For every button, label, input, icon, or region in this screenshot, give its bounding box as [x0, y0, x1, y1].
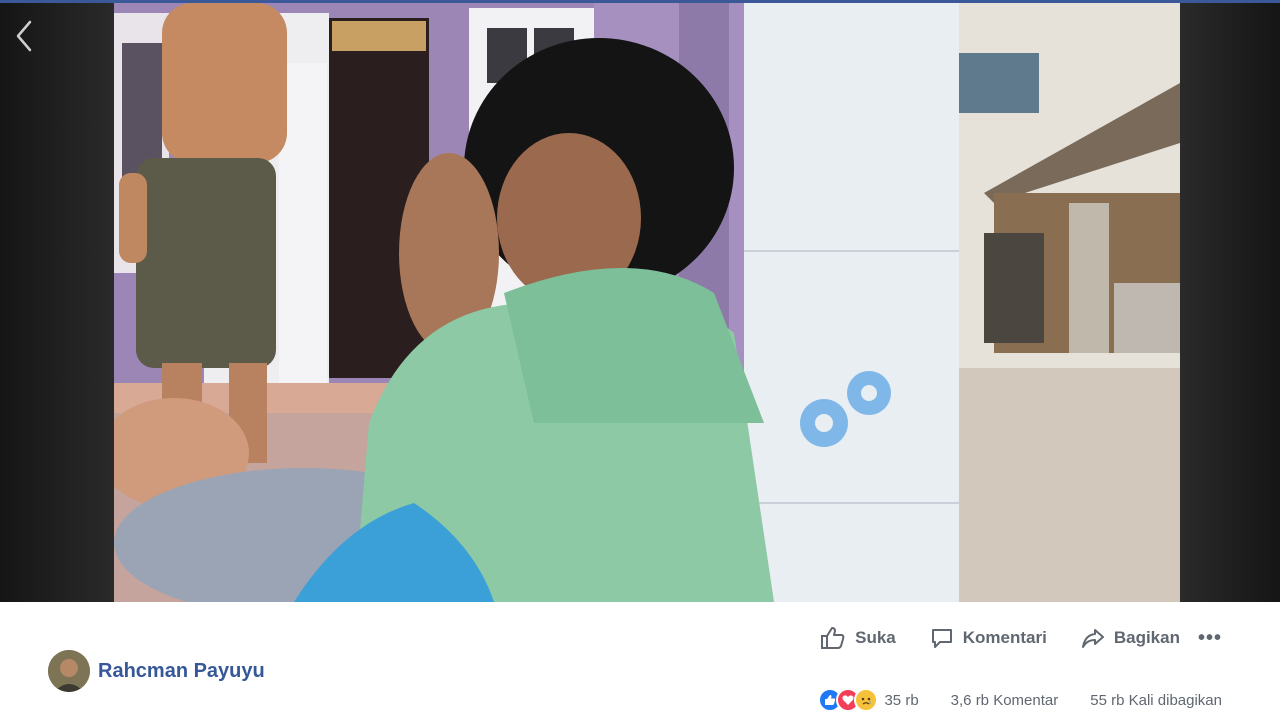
post-footer: Rahcman Payuyu Suka Komentari Bagikan ••… — [0, 602, 1280, 720]
author-block: Rahcman Payuyu — [48, 650, 265, 692]
comment-button[interactable]: Komentari — [930, 626, 1047, 650]
post-actions: Suka Komentari Bagikan ••• — [820, 626, 1222, 650]
thumbs-up-icon — [821, 627, 845, 649]
reactions-summary[interactable]: 35 rb — [818, 688, 919, 712]
author-avatar[interactable] — [48, 650, 90, 692]
viewer-left-margin — [0, 3, 114, 602]
comment-bubble-icon — [931, 629, 952, 648]
back-button[interactable] — [10, 18, 40, 54]
profile-photo-icon — [48, 650, 90, 692]
share-count-link[interactable]: 55 rb Kali dibagikan — [1090, 692, 1222, 709]
comment-count-link[interactable]: 3,6 rb Komentar — [951, 692, 1059, 709]
post-stats: 35 rb 3,6 rb Komentar 55 rb Kali dibagik… — [818, 688, 1222, 712]
author-name-link[interactable]: Rahcman Payuyu — [98, 660, 265, 683]
video-frame[interactable] — [114, 3, 1180, 602]
video-scene — [114, 3, 1180, 602]
more-options-button[interactable]: ••• — [1198, 627, 1222, 650]
reaction-count: 35 rb — [884, 691, 919, 709]
photo-viewer — [0, 0, 1280, 602]
share-label: Bagikan — [1113, 628, 1180, 647]
comment-label: Komentari — [962, 628, 1047, 647]
chevron-left-icon — [16, 20, 32, 52]
like-button[interactable]: Suka — [820, 626, 896, 650]
sad-icon — [854, 688, 879, 712]
share-arrow-icon — [1081, 629, 1104, 648]
like-label: Suka — [855, 628, 896, 647]
viewer-right-margin — [1180, 3, 1280, 602]
share-button[interactable]: Bagikan — [1081, 626, 1180, 650]
